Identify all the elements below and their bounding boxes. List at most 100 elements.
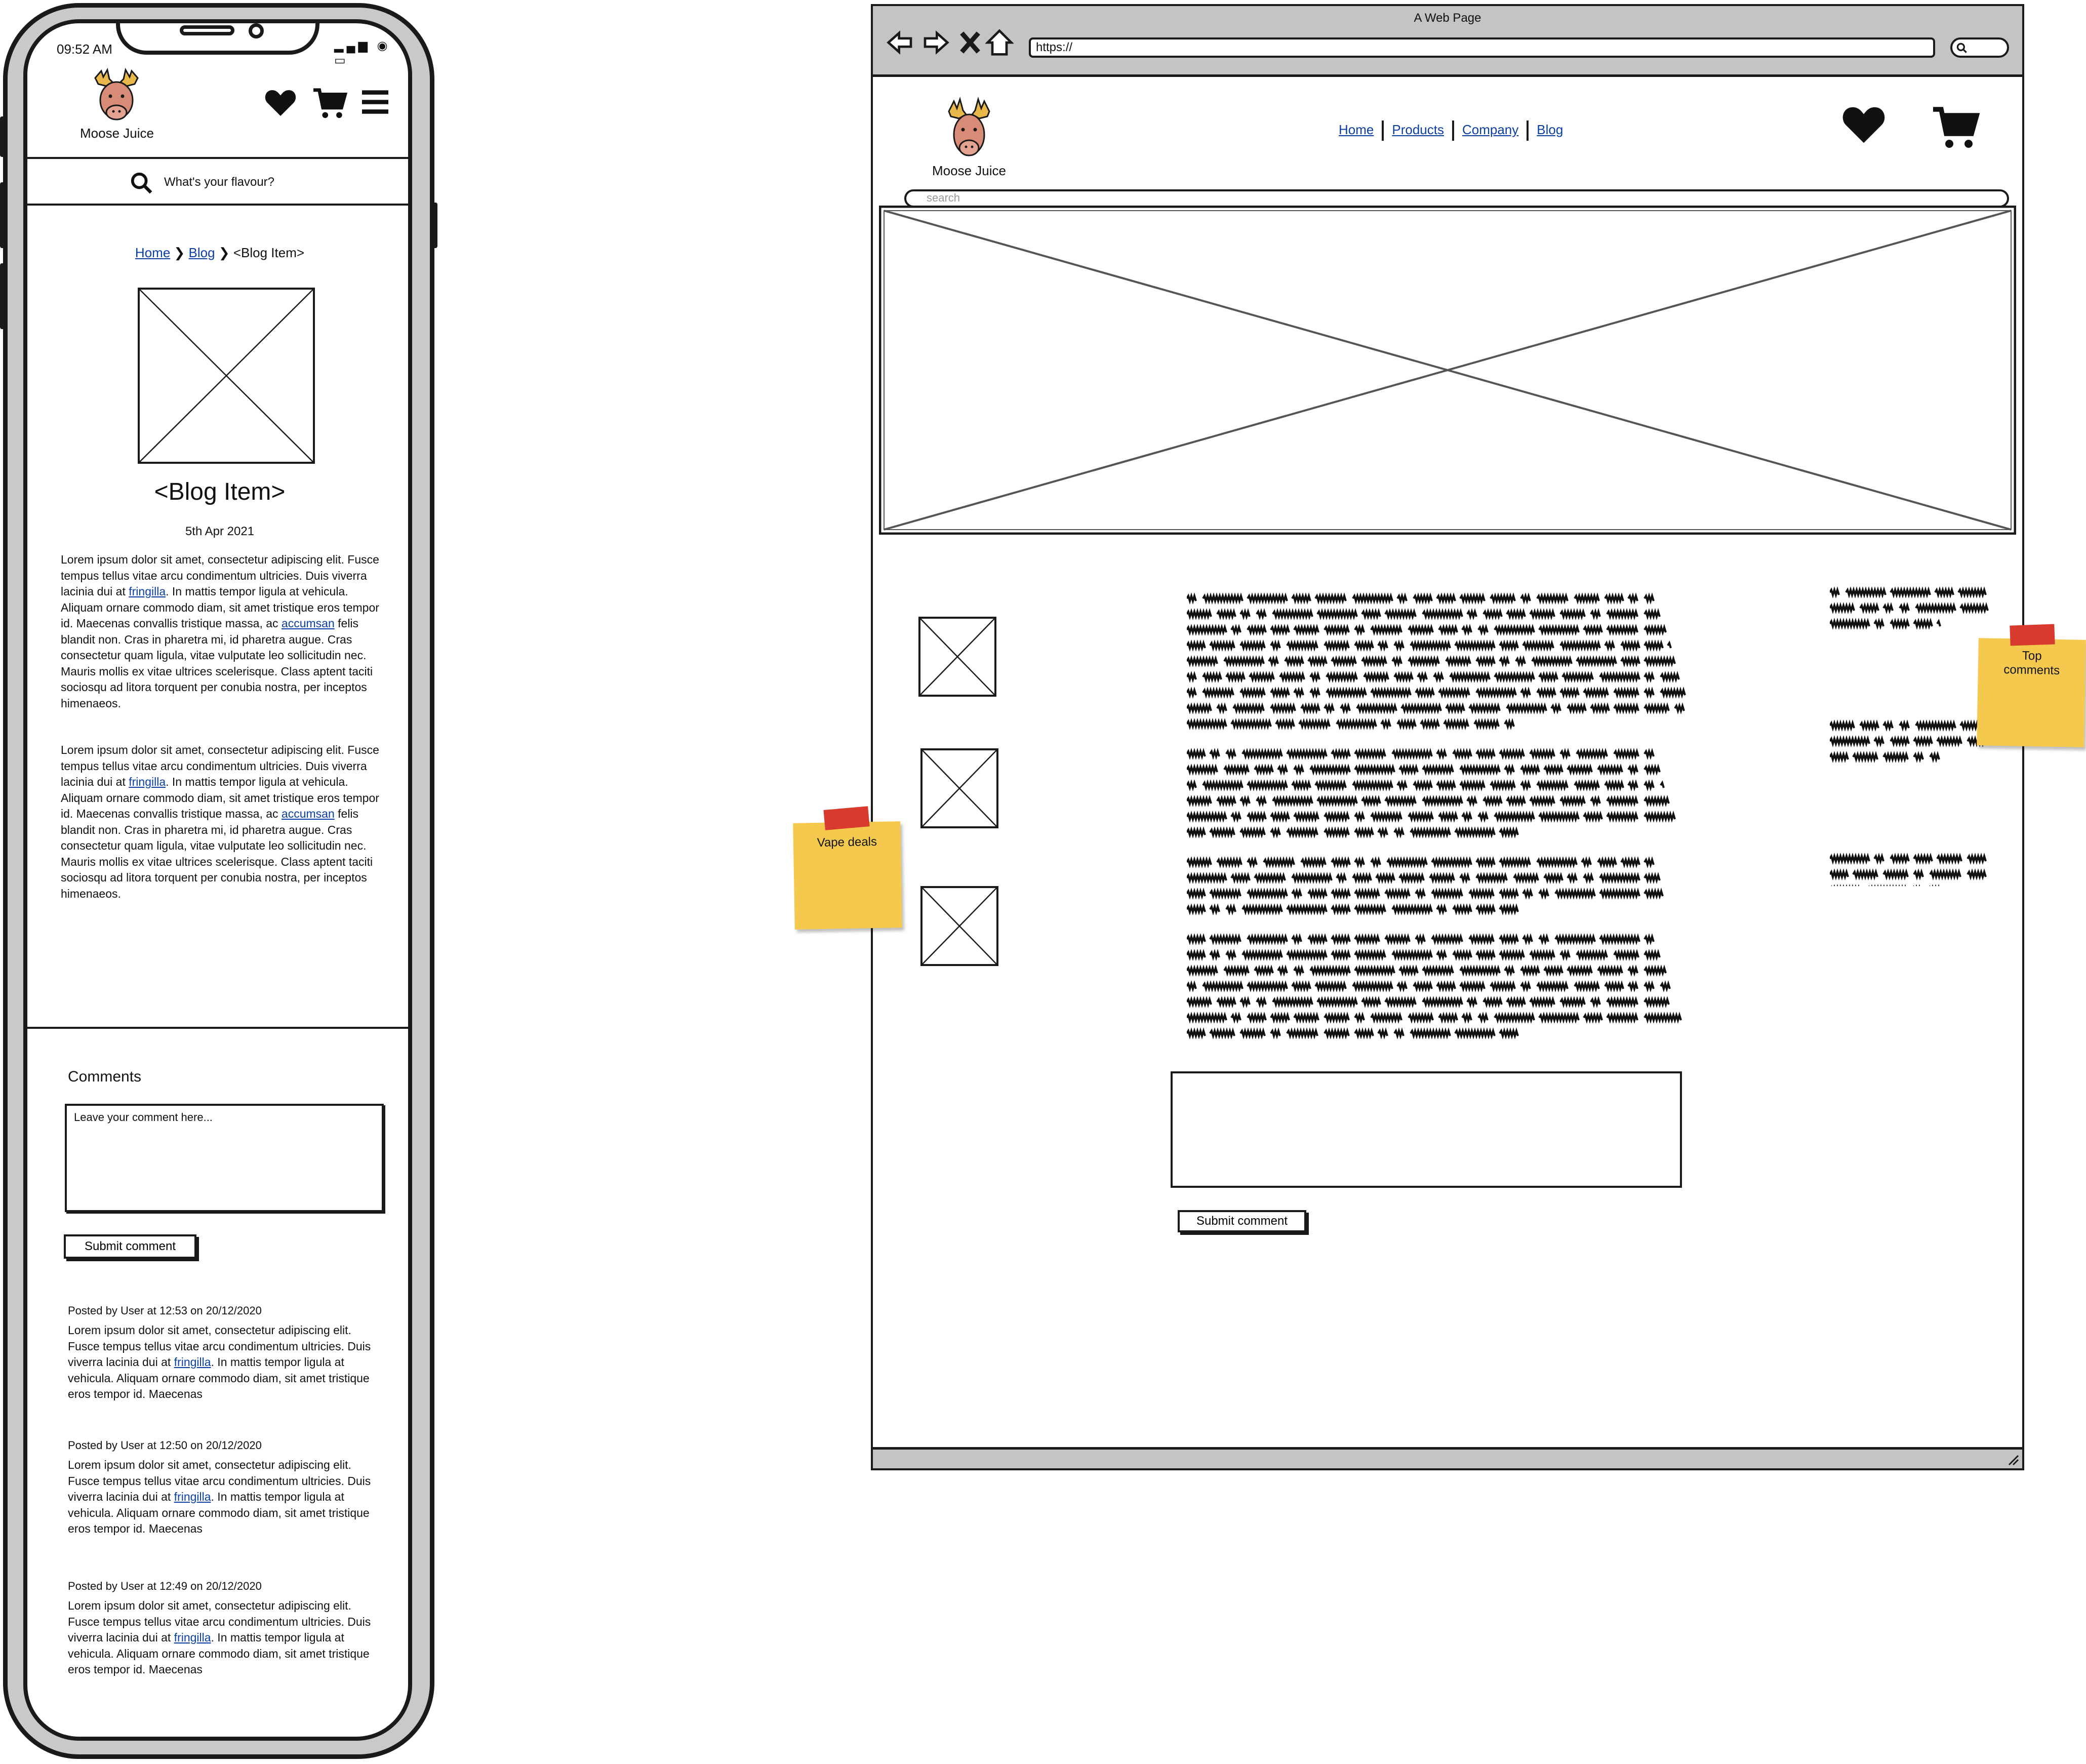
inline-link[interactable]: fringilla [174,1631,211,1644]
site-search-input[interactable]: search [904,189,2009,208]
breadcrumb-blog-link[interactable]: Blog [189,245,215,260]
comments-divider [27,1027,408,1029]
scribble-line [1187,764,1661,776]
scribble-line [1830,751,1940,763]
breadcrumb-separator-icon: ❯ [174,245,185,260]
scribble-line [1830,853,1987,865]
scribble-line [1187,888,1664,900]
comment-text: Lorem ipsum dolor sit amet, consectetur … [68,1458,371,1535]
scribble-line [1830,602,1989,614]
search-icon[interactable] [130,171,153,194]
scribble-line [1830,586,1987,598]
comment-meta: Posted by User at 12:53 on 20/12/2020 [68,1304,262,1317]
search-icon [1956,43,1967,53]
breadcrumb-home-link[interactable]: Home [135,245,170,260]
inline-link[interactable]: fringilla [174,1355,211,1369]
scribble-line [1187,965,1667,977]
inline-link[interactable]: accumsan [282,807,335,820]
thumbnail-placeholder[interactable] [920,748,998,828]
moose-logo-icon[interactable] [86,67,147,128]
scribble-line [1187,980,1671,992]
browser-statusbar [873,1447,2022,1468]
nav-link-products[interactable]: Products [1392,122,1444,137]
blog-title: <Blog Item> [154,478,286,505]
browser-search-button[interactable] [1950,37,2009,58]
window-title: A Web Page [1414,11,1481,25]
inline-link[interactable]: fringilla [129,585,166,598]
phone-notch [116,23,319,55]
brand-name: Moose Juice [80,126,154,141]
comment-textarea[interactable]: Leave your comment here... [65,1104,384,1212]
search-divider [27,204,408,206]
scribble-line [1187,592,1655,605]
nav-link-blog[interactable]: Blog [1537,122,1563,137]
heart-icon[interactable] [1839,100,1889,148]
status-icons: ▂▄▆ ◉ ▭ [334,39,391,67]
back-arrow-icon[interactable] [886,28,914,57]
hero-image-placeholder [879,206,2016,535]
scribble-line [1187,702,1685,714]
thumbnail-placeholder[interactable] [920,886,998,966]
nav-separator [1382,121,1384,141]
phone-speaker [180,25,234,35]
nav-link-company[interactable]: Company [1462,122,1518,137]
menu-icon[interactable] [360,89,390,115]
submit-comment-button[interactable]: Submit comment [64,1234,196,1259]
close-icon[interactable] [956,28,984,57]
main-nav: Home Products Company Blog [1339,121,1563,141]
breadcrumb: Home ❯ Blog ❯ <Blog Item> [58,245,382,261]
scribble-line [1830,719,1986,732]
inline-link[interactable]: accumsan [282,617,335,630]
scribble-line [1187,748,1655,760]
blog-paragraph: Lorem ipsum dolor sit amet, consectetur … [61,743,379,900]
inline-link[interactable]: fringilla [174,1490,211,1503]
cart-icon[interactable] [1931,105,1980,150]
header-divider [27,157,408,159]
blog-image-placeholder [138,288,315,464]
mobile-screen: 09:52 AM ▂▄▆ ◉ ▭ Moose Juice What's your… [23,19,412,1741]
scribble-line [1187,826,1519,838]
comment-text: Lorem ipsum dolor sit amet, consectetur … [68,1599,371,1676]
nav-separator [1452,121,1454,141]
scribble-line [1187,779,1665,791]
scribble-line [1187,811,1676,823]
scribble-line [1830,618,1941,630]
sticky-tape [823,806,870,830]
blog-date: 5th Apr 2021 [185,525,255,538]
comment-meta: Posted by User at 12:49 on 20/12/2020 [68,1580,262,1592]
status-time: 09:52 AM [57,42,112,57]
scribble-line [1187,795,1670,807]
scribble-line [1187,903,1519,915]
cart-icon[interactable] [312,87,347,119]
scribble-line [1187,856,1655,868]
comment-textarea[interactable] [1171,1071,1682,1188]
resize-grip-icon[interactable] [2005,1452,2020,1467]
inline-link[interactable]: fringilla [129,775,166,788]
scribble-line [1187,949,1661,961]
scribble-line [1187,608,1661,620]
submit-comment-button[interactable]: Submit comment [1178,1210,1306,1232]
scribble-line [1187,671,1680,683]
nav-link-home[interactable]: Home [1339,122,1374,137]
sticky-note-vape-deals: Vape deals [793,806,902,930]
breadcrumb-current: <Blog Item> [233,245,305,260]
home-icon[interactable] [985,28,1014,57]
url-bar[interactable]: https:// [1029,37,1935,58]
comment-meta: Posted by User at 12:50 on 20/12/2020 [68,1439,262,1452]
scribble-line [1187,687,1686,699]
scribble-line [1187,1012,1682,1024]
forward-arrow-icon[interactable] [921,28,950,57]
scribble-line [1187,655,1676,667]
search-input[interactable]: What's your flavour? [164,175,274,189]
article-text-scribble [1187,592,1686,1039]
scribble-line [1187,996,1670,1008]
sticky-tape [2010,624,2055,646]
scribble-line [1187,1027,1519,1039]
scribble-line [1187,718,1515,730]
nav-separator [1527,121,1529,141]
moose-logo-icon[interactable] [939,96,999,162]
heart-icon[interactable] [262,84,299,121]
breadcrumb-separator-icon: ❯ [218,245,230,260]
brand-name: Moose Juice [932,163,1006,178]
thumbnail-placeholder[interactable] [918,617,996,697]
